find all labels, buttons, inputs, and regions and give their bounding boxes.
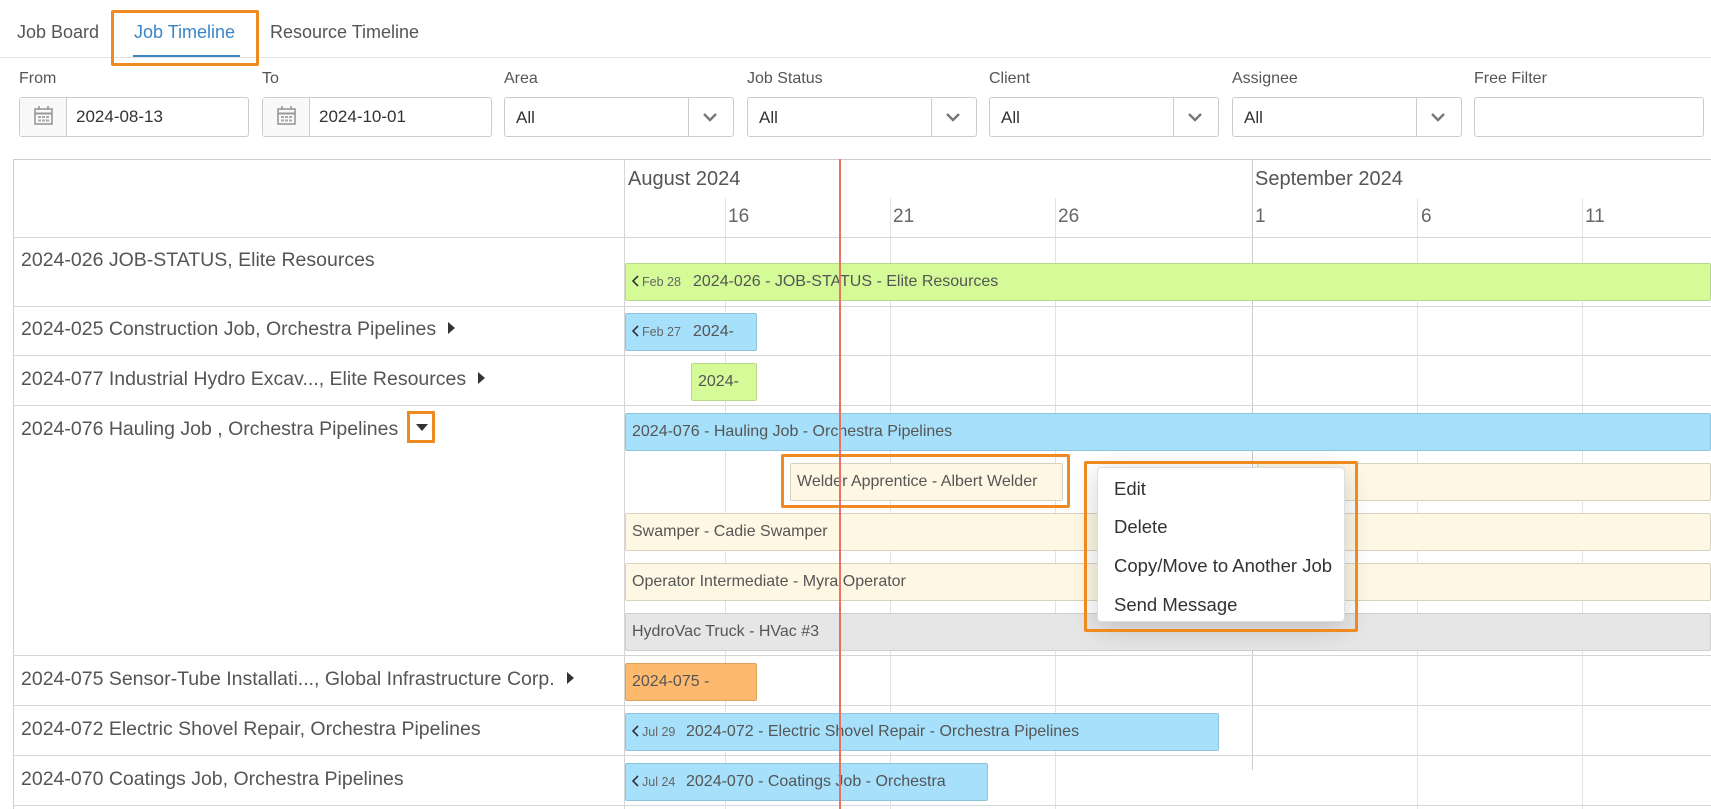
bar-start-date: Jul 29 <box>642 725 676 739</box>
from-label: From <box>19 70 57 87</box>
chevron-down-icon[interactable] <box>701 108 719 126</box>
bar-label: Operator Intermediate - Myra Operator <box>632 573 906 590</box>
job-row-label[interactable]: 2024-075 Sensor-Tube Installati..., Glob… <box>21 668 574 691</box>
calendar-icon[interactable] <box>263 98 310 136</box>
row-divider <box>13 755 1711 756</box>
job-status-label: Job Status <box>747 70 823 87</box>
bar-label: 2024-026 - JOB-STATUS - Elite Resources <box>693 273 999 290</box>
job-row-label-text: 2024-075 Sensor-Tube Installati..., Glob… <box>21 668 555 690</box>
chevron-down-icon[interactable] <box>1429 108 1447 126</box>
row-divider <box>13 805 1711 806</box>
bar-label: 2024- <box>698 373 739 390</box>
assignee-label: Assignee <box>1232 70 1298 87</box>
job-bar[interactable]: 2024-076 - Hauling Job - Orchestra Pipel… <box>625 413 1711 451</box>
job-row-label-text: 2024-077 Industrial Hydro Excav..., Elit… <box>21 368 467 390</box>
job-row-label[interactable]: 2024-072 Electric Shovel Repair, Orchest… <box>21 718 481 741</box>
job-row-label-text: 2024-025 Construction Job, Orchestra Pip… <box>21 318 437 340</box>
chevron-left-icon <box>631 725 639 737</box>
job-status-select[interactable]: All <box>747 97 977 137</box>
tab-job-board[interactable]: Job Board <box>17 22 99 43</box>
row-divider <box>13 355 1711 356</box>
job-bar[interactable]: 2024- <box>691 363 757 401</box>
select-divider <box>1416 98 1417 136</box>
select-divider <box>688 98 689 136</box>
chevron-down-icon[interactable] <box>1186 108 1204 126</box>
day-label: 26 <box>1058 206 1080 227</box>
day-label: 6 <box>1421 206 1432 227</box>
to-date-value: 2024-10-01 <box>319 107 406 126</box>
job-row-label[interactable]: 2024-026 JOB-STATUS, Elite Resources <box>21 249 375 272</box>
day-label: 16 <box>728 206 750 227</box>
chevron-down-icon[interactable] <box>944 108 962 126</box>
bar-start-date: Jul 24 <box>642 775 676 789</box>
area-label: Area <box>504 70 538 87</box>
select-divider <box>931 98 932 136</box>
column-divider <box>624 159 625 809</box>
to-label: To <box>262 70 279 87</box>
client-select-value: All <box>1001 108 1020 127</box>
job-bar[interactable]: Feb 27 2024- <box>625 313 757 351</box>
bar-label: 2024-072 - Electric Shovel Repair - Orch… <box>686 723 1080 740</box>
bar-label: 2024-075 - <box>632 673 710 690</box>
caret-right-icon[interactable] <box>448 322 456 334</box>
month-label: September 2024 <box>1255 168 1403 190</box>
from-date-value: 2024-08-13 <box>76 107 163 126</box>
area-select[interactable]: All <box>504 97 734 137</box>
to-date-input[interactable]: 2024-10-01 <box>262 97 492 137</box>
menu-highlight-box <box>1084 461 1358 632</box>
bar-highlight-box <box>781 454 1070 508</box>
row-expand-dropdown-button[interactable] <box>407 411 435 443</box>
from-date-input[interactable]: 2024-08-13 <box>19 97 249 137</box>
free-filter-label: Free Filter <box>1474 70 1547 87</box>
chevron-left-icon <box>631 275 639 287</box>
tab-highlight-box <box>111 10 259 66</box>
job-row-label[interactable]: 2024-076 Hauling Job , Orchestra Pipelin… <box>21 418 398 441</box>
chevron-left-icon <box>631 775 639 787</box>
client-select[interactable]: All <box>989 97 1219 137</box>
today-marker-line <box>839 159 841 809</box>
month-label: August 2024 <box>628 168 741 190</box>
bar-label: 2024-076 - Hauling Job - Orchestra Pipel… <box>632 423 953 440</box>
job-bar[interactable]: 2024-075 - <box>625 663 757 701</box>
bar-label: Swamper - Cadie Swamper <box>632 523 828 540</box>
bar-label: 2024- <box>693 323 734 340</box>
job-row-label[interactable]: 2024-025 Construction Job, Orchestra Pip… <box>21 318 456 341</box>
row-divider <box>13 237 1711 238</box>
caret-right-icon[interactable] <box>566 672 574 684</box>
select-divider <box>1173 98 1174 136</box>
row-divider <box>13 405 1711 406</box>
tab-resource-timeline[interactable]: Resource Timeline <box>270 22 419 43</box>
caret-right-icon[interactable] <box>478 372 486 384</box>
job-status-select-value: All <box>759 108 778 127</box>
calendar-icon[interactable] <box>20 98 67 136</box>
job-bar[interactable]: Feb 28 2024-026 - JOB-STATUS - Elite Res… <box>625 263 1711 301</box>
row-divider <box>13 655 1711 656</box>
job-bar[interactable]: Jul 29 2024-072 - Electric Shovel Repair… <box>625 713 1219 751</box>
bar-label: 2024-070 - Coatings Job - Orchestra <box>686 773 946 790</box>
free-filter-input[interactable] <box>1474 97 1704 137</box>
assignee-select[interactable]: All <box>1232 97 1462 137</box>
area-select-value: All <box>516 108 535 127</box>
row-divider <box>13 705 1711 706</box>
bar-label: HydroVac Truck - HVac #3 <box>632 623 820 640</box>
day-label: 11 <box>1585 206 1605 227</box>
bar-start-date: Feb 27 <box>642 325 681 339</box>
row-divider <box>13 306 1711 307</box>
day-label: 21 <box>893 206 915 227</box>
assignee-select-value: All <box>1244 108 1263 127</box>
job-bar[interactable]: Jul 24 2024-070 - Coatings Job - Orchest… <box>625 763 988 801</box>
job-row-label[interactable]: 2024-070 Coatings Job, Orchestra Pipelin… <box>21 768 404 791</box>
day-label: 1 <box>1255 206 1266 227</box>
caret-down-icon <box>416 424 428 431</box>
client-label: Client <box>989 70 1030 87</box>
job-row-label[interactable]: 2024-077 Industrial Hydro Excav..., Elit… <box>21 368 486 391</box>
bar-start-date: Feb 28 <box>642 275 681 289</box>
chevron-left-icon <box>631 325 639 337</box>
